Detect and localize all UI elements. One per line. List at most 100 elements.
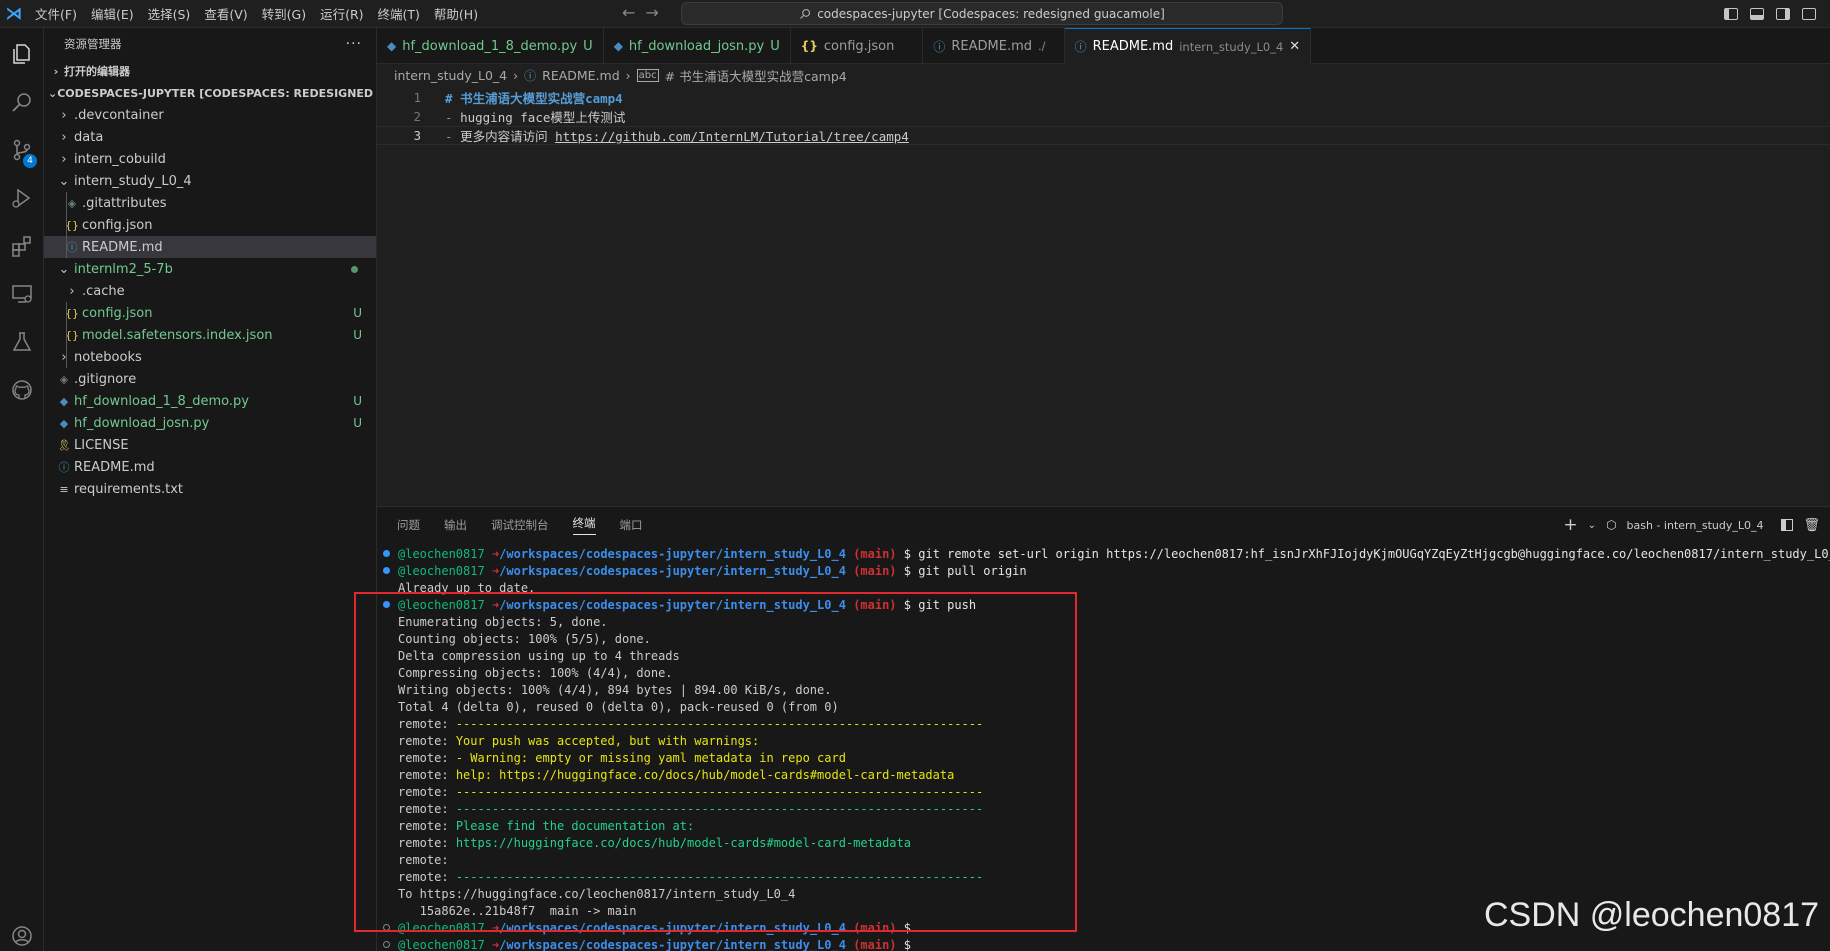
- tab-hf-download-josn[interactable]: ◆ hf_download_josn.py U: [604, 28, 791, 64]
- tab-ports[interactable]: 端口: [620, 517, 643, 533]
- file-model-safetensors-index-json[interactable]: {} model.safetensors.index.json U: [44, 324, 376, 346]
- source-control-icon[interactable]: 4: [0, 128, 44, 172]
- terminal[interactable]: @leochen0817 ➜/workspaces/codespaces-jup…: [377, 543, 1830, 951]
- terminal-line: @leochen0817 ➜/workspaces/codespaces-jup…: [377, 562, 1830, 579]
- tab-debug-console[interactable]: 调试控制台: [491, 517, 549, 533]
- terminal-shell-name[interactable]: bash - intern_study_L0_4: [1627, 519, 1764, 532]
- tab-status: ./: [1038, 39, 1046, 53]
- tab-config-json[interactable]: {} config.json: [791, 28, 924, 64]
- back-arrow-icon[interactable]: ←: [622, 3, 635, 22]
- terminal-span: ----------------------------------------…: [455, 801, 984, 816]
- file-hf-download-1-8-demo-py[interactable]: ◆ hf_download_1_8_demo.py U: [44, 390, 376, 412]
- terminal-text: @leochen0817 ➜/workspaces/codespaces-jup…: [398, 564, 1027, 578]
- tab-terminal[interactable]: 终端: [572, 515, 596, 535]
- folder-intern-cobuild[interactable]: › intern_cobuild: [44, 148, 376, 170]
- terminal-span: (main): [853, 597, 897, 612]
- breadcrumb-symbol[interactable]: # 书生浦语大模型实战营camp4: [665, 66, 847, 85]
- breadcrumb-file[interactable]: README.md: [542, 68, 620, 83]
- vscode-logo-icon: ⋊: [5, 3, 23, 24]
- command-decoration-icon: [383, 924, 390, 931]
- menu-terminal[interactable]: 终端(T): [371, 4, 427, 23]
- tab-output[interactable]: 输出: [444, 517, 467, 533]
- file-license[interactable]: 🎗 LICENSE: [44, 434, 376, 456]
- code-editor[interactable]: 1 # 书生浦语大模型实战营camp4 2 - hugging face模型上传…: [377, 86, 1830, 506]
- forward-arrow-icon[interactable]: →: [645, 3, 658, 22]
- file-requirements-txt[interactable]: ≡ requirements.txt: [44, 478, 376, 500]
- folder-devcontainer[interactable]: › .devcontainer: [44, 104, 376, 126]
- terminal-span: @leochen0817: [398, 563, 485, 578]
- tab-label: hf_download_1_8_demo.py: [402, 38, 578, 54]
- menu-selection[interactable]: 选择(S): [141, 4, 198, 23]
- workspace-section[interactable]: ⌄ CODESPACES-JUPYTER [CODESPACES: REDESI…: [44, 82, 376, 104]
- remote-explorer-icon[interactable]: [0, 272, 44, 316]
- toggle-panel-icon[interactable]: [1750, 8, 1764, 20]
- terminal-text: Total 4 (delta 0), reused 0 (delta 0), p…: [398, 700, 839, 714]
- chevron-down-icon[interactable]: ⌄: [1588, 520, 1596, 531]
- run-debug-icon[interactable]: [0, 176, 44, 220]
- file-hf-download-josn-py[interactable]: ◆ hf_download_josn.py U: [44, 412, 376, 434]
- tab-hf-download-1-8-demo[interactable]: ◆ hf_download_1_8_demo.py U: [377, 28, 604, 64]
- terminal-span: remote:: [398, 801, 449, 816]
- menu-view[interactable]: 查看(V): [197, 4, 254, 23]
- trash-icon[interactable]: 🗑: [1803, 518, 1820, 533]
- terminal-span: remote:: [398, 818, 449, 833]
- toggle-primary-sidebar-icon[interactable]: [1724, 8, 1738, 20]
- folder-internlm2-5-7b[interactable]: ⌄ internlm2_5-7b: [44, 258, 376, 280]
- menu-go[interactable]: 转到(G): [255, 4, 313, 23]
- explorer-icon[interactable]: [0, 32, 44, 76]
- terminal-text: remote: Your push was accepted, but with…: [398, 734, 759, 748]
- file-config-json[interactable]: {} config.json: [44, 214, 376, 236]
- folder-notebooks[interactable]: › notebooks: [44, 346, 376, 368]
- file-gitignore[interactable]: ◈ .gitignore: [44, 368, 376, 390]
- menu-file[interactable]: 文件(F): [28, 4, 84, 23]
- github-icon[interactable]: [0, 368, 44, 412]
- folder-intern-study-l0-4[interactable]: ⌄ intern_study_L0_4: [44, 170, 376, 192]
- terminal-span: https://huggingface.co/docs/hub/model-ca…: [455, 835, 911, 850]
- tree-item-label: config.json: [82, 305, 153, 321]
- file-readme-md[interactable]: ⓘ README.md: [44, 456, 376, 478]
- file-readme-md[interactable]: ⓘ README.md: [44, 236, 376, 258]
- new-terminal-icon[interactable]: +: [1563, 515, 1577, 535]
- terminal-line: Total 4 (delta 0), reused 0 (delta 0), p…: [377, 698, 1830, 715]
- line-content: - hugging face模型上传测试: [445, 107, 625, 126]
- toggle-secondary-sidebar-icon[interactable]: [1776, 8, 1790, 20]
- tab-readme-intern-study[interactable]: ⓘ README.md intern_study_L0_4 ✕: [1064, 28, 1312, 64]
- extensions-icon[interactable]: [0, 224, 44, 268]
- terminal-span: remote:: [398, 733, 449, 748]
- close-icon[interactable]: ✕: [1289, 39, 1300, 54]
- bottom-panel: 问题 输出 调试控制台 终端 端口 + ⌄ ⬡ bash - intern_st…: [377, 506, 1830, 951]
- testing-icon[interactable]: [0, 320, 44, 364]
- tab-readme-root[interactable]: ⓘ README.md ./: [923, 28, 1065, 64]
- customize-layout-icon[interactable]: [1802, 8, 1816, 20]
- tab-status: U: [583, 38, 593, 54]
- terminal-span: @leochen0817: [398, 937, 485, 951]
- terminal-line: remote: --------------------------------…: [377, 715, 1830, 732]
- split-terminal-icon[interactable]: [1781, 519, 1794, 531]
- account-icon[interactable]: [0, 914, 44, 951]
- file-gitattributes[interactable]: ◈ .gitattributes: [44, 192, 376, 214]
- folder-cache[interactable]: › .cache: [44, 280, 376, 302]
- tab-label: hf_download_josn.py: [628, 38, 765, 54]
- terminal-span: ----------------------------------------…: [455, 784, 984, 799]
- modified-dot-icon: [351, 266, 358, 273]
- tree-item-label: .gitignore: [74, 371, 137, 387]
- folder-data[interactable]: › data: [44, 126, 376, 148]
- tab-problems[interactable]: 问题: [397, 517, 420, 533]
- workspace-label: CODESPACES-JUPYTER [CODESPACES: REDESIGN…: [57, 86, 376, 100]
- markdown-link[interactable]: https://github.com/InternLM/Tutorial/tre…: [555, 129, 909, 144]
- terminal-span: ----------------------------------------…: [455, 869, 984, 884]
- command-center-search[interactable]: codespaces-jupyter [Codespaces: redesign…: [681, 2, 1283, 25]
- file-config-json[interactable]: {} config.json U: [44, 302, 376, 324]
- menu-help[interactable]: 帮助(H): [427, 4, 485, 23]
- menu-edit[interactable]: 编辑(E): [84, 4, 141, 23]
- open-editors-section[interactable]: › 打开的编辑器: [44, 60, 376, 82]
- terminal-span: remote:: [398, 852, 449, 867]
- more-actions-icon[interactable]: ···: [346, 36, 362, 52]
- terminal-line: remote:: [377, 851, 1830, 868]
- editor-tabs: ◆ hf_download_1_8_demo.py U ◆ hf_downloa…: [377, 28, 1830, 64]
- breadcrumb: intern_study_L0_4 › ⓘ README.md › abc # …: [377, 64, 1830, 86]
- search-icon[interactable]: [0, 80, 44, 124]
- breadcrumb-folder[interactable]: intern_study_L0_4: [394, 68, 507, 83]
- terminal-text: @leochen0817 ➜/workspaces/codespaces-jup…: [398, 547, 1830, 561]
- menu-run[interactable]: 运行(R): [313, 4, 370, 23]
